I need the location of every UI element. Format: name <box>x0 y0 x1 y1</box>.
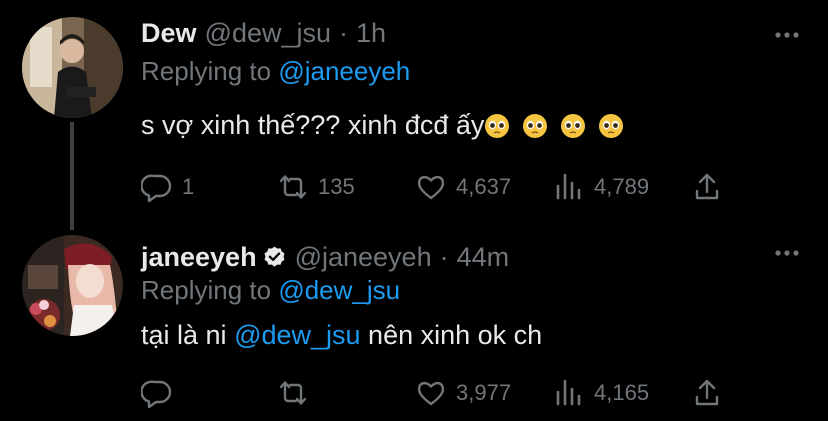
tweet-text-before: tại là ni <box>141 320 235 350</box>
retweet-button[interactable]: 135 <box>277 170 355 204</box>
tweet[interactable]: janeeyeh @janeeyeh · 44m Replying to @de… <box>0 228 828 421</box>
tweet-text: s vợ xinh thế??? xinh đcđ ấy <box>141 110 624 141</box>
tweet-text-content: s vợ xinh thế??? xinh đcđ ấy <box>141 110 485 140</box>
replying-to: Replying to @dew_jsu <box>141 275 400 306</box>
timestamp[interactable]: 44m <box>457 242 510 273</box>
author-name[interactable]: Dew <box>141 18 197 49</box>
share-icon <box>695 379 719 406</box>
reply-icon <box>141 380 172 409</box>
retweet-icon <box>279 381 307 405</box>
tweet-header: janeeyeh @janeeyeh · 44m <box>141 242 509 273</box>
share-icon <box>695 173 719 200</box>
analytics-button[interactable]: 4,789 <box>553 170 649 204</box>
analytics-icon <box>556 173 581 200</box>
retweet-button[interactable] <box>277 376 318 410</box>
author-handle[interactable]: @dew_jsu <box>205 18 331 49</box>
author-name[interactable]: janeeyeh <box>141 242 257 273</box>
analytics-button[interactable]: 4,165 <box>553 376 649 410</box>
reply-count: 1 <box>182 174 195 199</box>
like-button[interactable]: 3,977 <box>415 376 511 410</box>
tweet[interactable]: Dew @dew_jsu · 1h Replying to @janeeyeh … <box>0 0 828 230</box>
reply-button[interactable]: 1 <box>141 170 194 204</box>
share-button[interactable] <box>691 170 723 204</box>
tweet-text-mention[interactable]: @dew_jsu <box>234 320 360 351</box>
pleading-face-emoji-icon <box>561 113 586 138</box>
tweet-text: tại là ni @dew_jsu nên xinh ok ch <box>141 320 542 351</box>
timestamp[interactable]: 1h <box>356 18 386 49</box>
heart-icon <box>417 175 445 200</box>
tweet-actions: 1 135 4,637 4,789 <box>0 170 828 204</box>
replying-to: Replying to @janeeyeh <box>141 56 410 87</box>
tweet-actions: 3,977 4,165 <box>0 376 828 410</box>
pleading-face-emoji-icon <box>485 113 510 138</box>
verified-badge-icon <box>264 246 285 267</box>
pleading-face-emoji-icon <box>599 113 624 138</box>
more-options-icon[interactable] <box>774 30 800 40</box>
replying-mention[interactable]: @janeeyeh <box>278 56 410 86</box>
analytics-icon <box>556 379 581 406</box>
retweet-count: 135 <box>318 174 355 199</box>
tweet-text-after: nên xinh ok ch <box>360 320 543 350</box>
heart-icon <box>417 381 445 406</box>
like-button[interactable]: 4,637 <box>415 170 511 204</box>
tweet-header: Dew @dew_jsu · 1h <box>141 18 386 49</box>
view-count: 4,165 <box>594 380 650 405</box>
author-handle[interactable]: @janeeyeh <box>295 242 432 273</box>
replying-prefix: Replying to <box>141 275 272 305</box>
reply-button[interactable] <box>141 376 182 410</box>
retweet-icon <box>279 175 307 199</box>
replying-mention[interactable]: @dew_jsu <box>278 275 400 305</box>
separator-dot: · <box>339 18 349 48</box>
share-button[interactable] <box>691 376 723 410</box>
avatar[interactable] <box>22 235 123 336</box>
replying-prefix: Replying to <box>141 56 272 86</box>
like-count: 4,637 <box>456 174 512 199</box>
more-options-icon[interactable] <box>774 248 800 258</box>
avatar[interactable] <box>22 17 123 118</box>
pleading-face-emoji-icon <box>523 113 548 138</box>
reply-icon <box>141 174 172 203</box>
separator-dot: · <box>439 242 449 272</box>
like-count: 3,977 <box>456 380 512 405</box>
view-count: 4,789 <box>594 174 650 199</box>
